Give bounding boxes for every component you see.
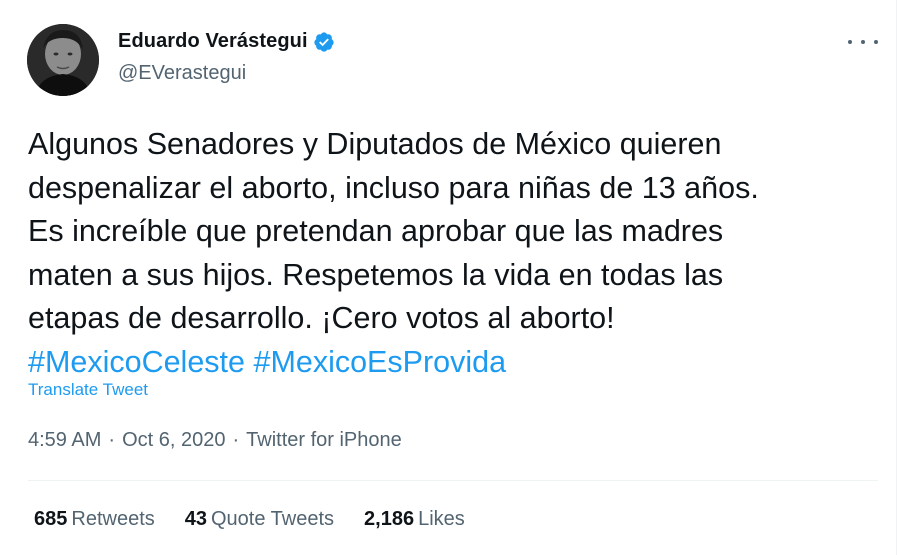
retweets-count: 685 [34,508,68,530]
hashtags: #MexicoCeleste #MexicoEsProvida [28,341,868,385]
quote-tweets-label: Quote Tweets [211,508,335,530]
tweet-text-line: maten a sus hijos. Respetemos la vida en… [28,257,724,292]
divider [28,480,878,481]
verified-badge-icon [313,31,335,53]
tweet-stats: 685 Retweets 43 Quote Tweets 2,186 Likes [34,508,495,531]
quote-tweets-count: 43 [184,508,207,530]
meta-separator: · [108,429,116,451]
hashtag-link[interactable]: #MexicoEsProvida [253,345,506,379]
retweets-label: Retweets [71,508,155,530]
likes-label: Likes [418,508,465,530]
tweet-time[interactable]: 4:59 AM [28,429,101,452]
more-dot [848,40,852,44]
tweet-meta: 4:59 AM · Oct 6, 2020 · Twitter for iPho… [28,429,402,452]
tweet-date[interactable]: Oct 6, 2020 [122,429,225,452]
author-name-row: Eduardo Verástegui [118,30,335,53]
quote-tweets-stat[interactable]: 43 Quote Tweets [185,508,334,531]
more-dot [874,40,878,44]
tweet-text-line: etapas de desarrollo. ¡Cero votos al abo… [28,301,615,335]
retweets-stat[interactable]: 685 Retweets [34,508,155,531]
likes-stat[interactable]: 2,186 Likes [364,508,465,531]
translate-tweet-link[interactable]: Translate Tweet [28,380,148,400]
likes-count: 2,186 [364,508,415,530]
more-dot [861,40,865,44]
tweet-text: Algunos Senadores y Diputados de México … [28,123,868,384]
tweet-card: Eduardo Verástegui @EVerastegui Algunos … [0,0,897,555]
meta-separator: · [232,429,240,451]
tweet-text-line: Algunos Senadores y Diputados de México … [28,127,722,161]
avatar[interactable] [27,24,99,96]
tweet-text-line: despenalizar el aborto, incluso para niñ… [28,170,759,205]
tweet-source[interactable]: Twitter for iPhone [246,429,402,452]
tweet-text-line: Es increíble que pretendan aprobar que l… [28,214,724,248]
hashtag-link[interactable]: #MexicoCeleste [28,345,245,379]
author-name[interactable]: Eduardo Verástegui [118,30,308,53]
avatar-portrait [27,24,99,96]
more-options-icon[interactable] [848,32,878,52]
author-handle[interactable]: @EVerastegui [118,62,246,85]
